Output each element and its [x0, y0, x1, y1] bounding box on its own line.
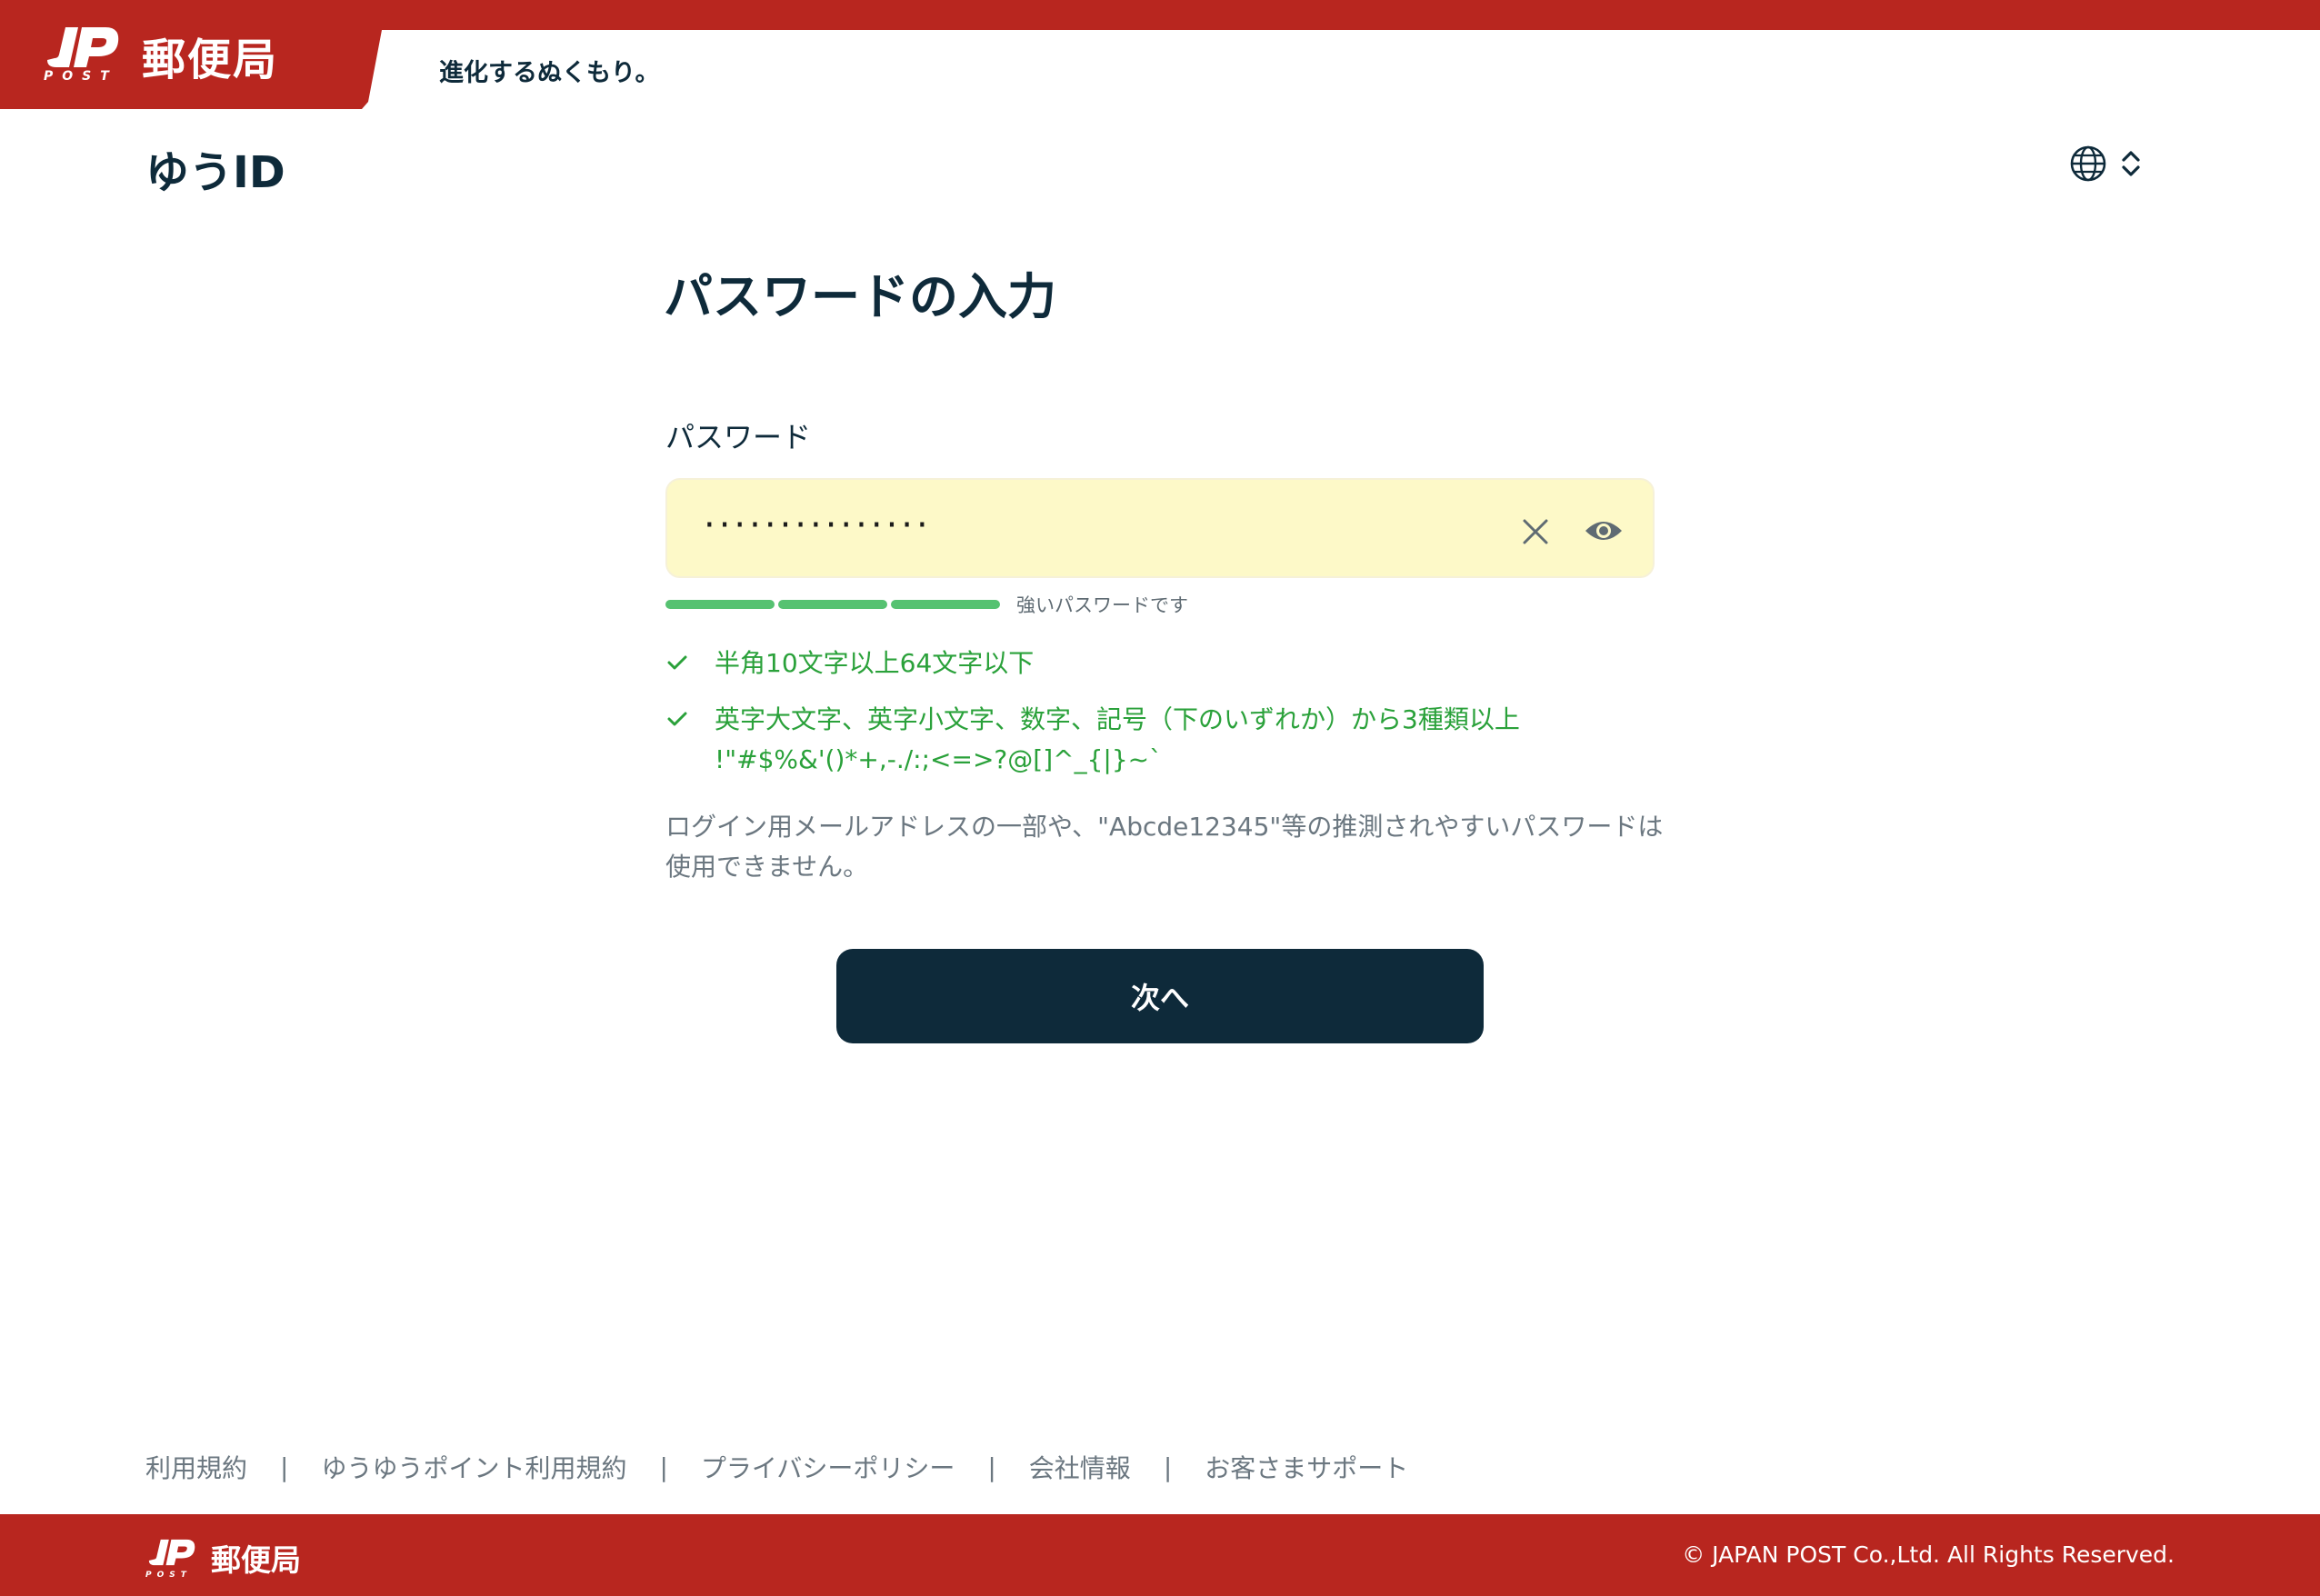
- logo-post-text: POST: [44, 69, 118, 84]
- rule-length: 半角10文字以上64文字以下: [665, 643, 1034, 683]
- footer-link-terms[interactable]: 利用規約: [145, 1449, 247, 1485]
- service-title: ゆうID: [145, 147, 285, 198]
- header-logo-block[interactable]: POST 郵便局: [0, 0, 400, 109]
- rule-text: 半角10文字以上64文字以下: [715, 648, 1035, 678]
- rule-symbols: !"#$%&'()*+,-./:;<=>?@[]^_{|}~`: [715, 744, 1163, 774]
- rule-character-types: 英字大文字、英字小文字、数字、記号（下のいずれか）から3種類以上 !"#$%&'…: [665, 700, 1520, 780]
- globe-icon: [2070, 145, 2106, 182]
- password-input[interactable]: ···············: [665, 478, 1655, 578]
- close-icon[interactable]: [1520, 516, 1551, 547]
- check-icon: [667, 655, 687, 670]
- password-strength-meter: 強いパスワードです: [665, 591, 1188, 618]
- next-button[interactable]: 次へ: [836, 949, 1484, 1043]
- language-switcher[interactable]: [2069, 144, 2151, 184]
- password-label: パスワード: [665, 420, 812, 454]
- chevron-up-down-icon: [2122, 151, 2140, 176]
- footer-link-privacy[interactable]: プライバシーポリシー: [701, 1449, 955, 1485]
- password-value[interactable]: ···············: [704, 505, 932, 545]
- strength-label: 強いパスワードです: [1016, 594, 1188, 616]
- copyright: © JAPAN POST Co.,Ltd. All Rights Reserve…: [1682, 1541, 2175, 1568]
- rule-text: 英字大文字、英字小文字、数字、記号（下のいずれか）から3種類以上: [715, 704, 1520, 734]
- footer-link-company[interactable]: 会社情報: [1029, 1449, 1131, 1485]
- logo-name: 郵便局: [142, 35, 279, 85]
- page-title: パスワードの入力: [664, 268, 1056, 325]
- footer-link-support[interactable]: お客さまサポート: [1205, 1449, 1408, 1485]
- strength-segment: [665, 600, 775, 609]
- footer-logo-name: 郵便局: [211, 1542, 301, 1578]
- footer-separator: |: [280, 1451, 289, 1482]
- jp-logo-icon[interactable]: [145, 1534, 198, 1571]
- footer-bar: POST 郵便局 © JAPAN POST Co.,Ltd. All Right…: [0, 1514, 2320, 1596]
- check-icon: [667, 712, 687, 726]
- jp-logo-icon: [47, 27, 119, 67]
- footer-links: 利用規約 | ゆうゆうポイント利用規約 | プライバシーポリシー | 会社情報 …: [145, 1449, 1408, 1485]
- footer-separator: |: [659, 1451, 668, 1482]
- footer-separator: |: [1163, 1451, 1173, 1482]
- eye-icon[interactable]: [1584, 514, 1624, 547]
- password-note: ログイン用メールアドレスの一部や、"Abcde12345"等の推測されやすいパス…: [665, 812, 1664, 882]
- footer-separator: |: [987, 1451, 996, 1482]
- footer-link-points-terms[interactable]: ゆうゆうポイント利用規約: [321, 1449, 626, 1485]
- footer-logo-post: POST: [145, 1571, 192, 1580]
- tagline: 進化するぬくもり。: [439, 59, 660, 87]
- strength-segment: [778, 600, 887, 609]
- strength-segment: [891, 600, 1000, 609]
